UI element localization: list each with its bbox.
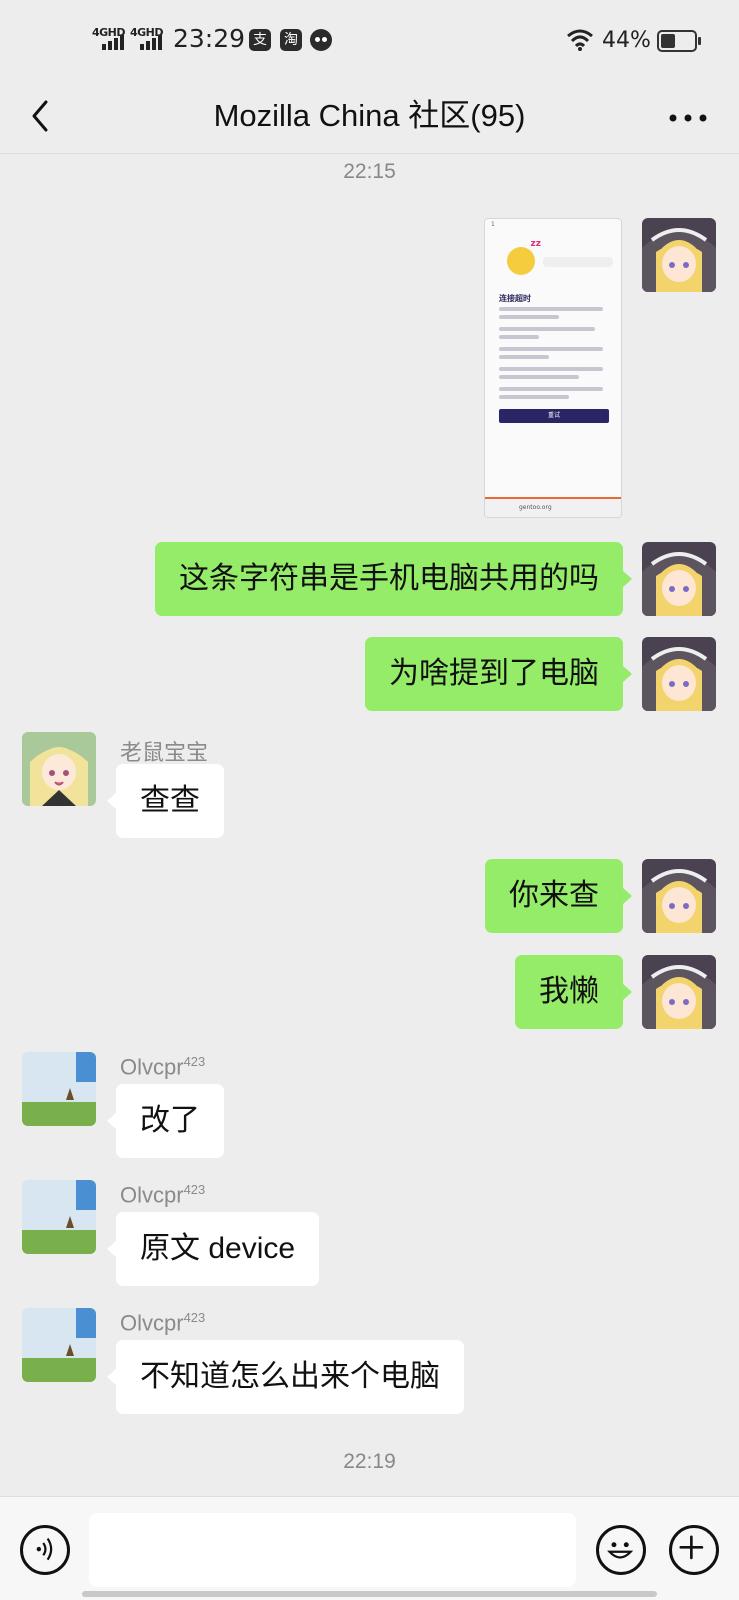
image-message[interactable]: 1 连接超时 重试 gentoo.org — [484, 218, 622, 518]
avatar[interactable] — [22, 1308, 96, 1382]
avatar[interactable] — [642, 542, 716, 616]
home-indicator — [82, 1591, 657, 1597]
avatar[interactable] — [22, 1052, 96, 1126]
battery-icon — [657, 30, 701, 52]
thumb-text-line — [499, 375, 579, 379]
chevron-left-icon[interactable] — [20, 90, 64, 142]
avatar[interactable] — [642, 955, 716, 1029]
avatar[interactable] — [22, 732, 96, 806]
sender-name: Olvcpr423 — [120, 1310, 206, 1336]
sender-name: 老鼠宝宝 — [120, 740, 209, 765]
message-bubble[interactable]: 为啥提到了电脑 — [365, 637, 632, 711]
message-bubble[interactable]: 这条字符串是手机电脑共用的吗 — [155, 542, 632, 616]
thumb-retry-button: 重试 — [499, 409, 609, 423]
voice-icon[interactable] — [20, 1525, 70, 1575]
message-bubble[interactable]: 不知道怎么出来个电脑 — [107, 1340, 464, 1414]
thumb-text-line — [499, 315, 559, 319]
app-notification-icon — [310, 29, 332, 51]
message-bubble[interactable]: 我懒 — [515, 955, 632, 1029]
avatar[interactable] — [642, 637, 716, 711]
timestamp: 22:15 — [343, 160, 396, 183]
battery-percent: 44% — [602, 28, 651, 53]
thumb-text-line — [499, 367, 603, 371]
sender-name: Olvcpr423 — [120, 1182, 206, 1208]
message-bubble[interactable]: 改了 — [107, 1084, 224, 1158]
clock: 23:29 — [173, 24, 246, 53]
alipay-icon: 支 — [249, 29, 271, 51]
taobao-icon: 淘 — [280, 29, 302, 51]
thumb-text-line — [499, 327, 595, 331]
chat-header: Mozilla China 社区(95) — [0, 80, 739, 154]
plus-icon[interactable] — [669, 1525, 719, 1575]
message-input[interactable] — [89, 1513, 576, 1587]
chat-title: Mozilla China 社区(95) — [213, 98, 526, 133]
message-bubble[interactable]: 查查 — [107, 764, 224, 838]
more-dots-icon[interactable] — [663, 90, 713, 142]
timestamp: 22:19 — [343, 1450, 396, 1473]
thumb-text-line — [499, 347, 603, 351]
message-bubble[interactable]: 原文 device — [106, 1212, 320, 1286]
thumb-heading: 连接超时 — [499, 294, 531, 303]
message-bubble[interactable]: 你来查 — [485, 859, 632, 933]
sender-name: Olvcpr423 — [120, 1054, 206, 1080]
sleepy-emoji-icon — [507, 239, 541, 275]
avatar[interactable] — [22, 1180, 96, 1254]
thumb-text-line — [499, 307, 603, 311]
thumb-text-line — [499, 355, 549, 359]
thumb-text-line — [499, 395, 569, 399]
thumb-placeholder — [543, 257, 613, 267]
avatar[interactable] — [642, 218, 716, 292]
thumb-urlbar: gentoo.org — [485, 497, 621, 517]
wifi-icon — [567, 29, 593, 51]
avatar[interactable] — [642, 859, 716, 933]
thumb-text-line — [499, 335, 539, 339]
thumb-status: 1 — [491, 221, 495, 228]
emoji-icon[interactable] — [596, 1525, 646, 1575]
input-bar — [0, 1496, 739, 1600]
thumb-text-line — [499, 387, 603, 391]
status-bar: 4GHD 4GHD 23:29 支 淘 44% — [0, 0, 739, 80]
